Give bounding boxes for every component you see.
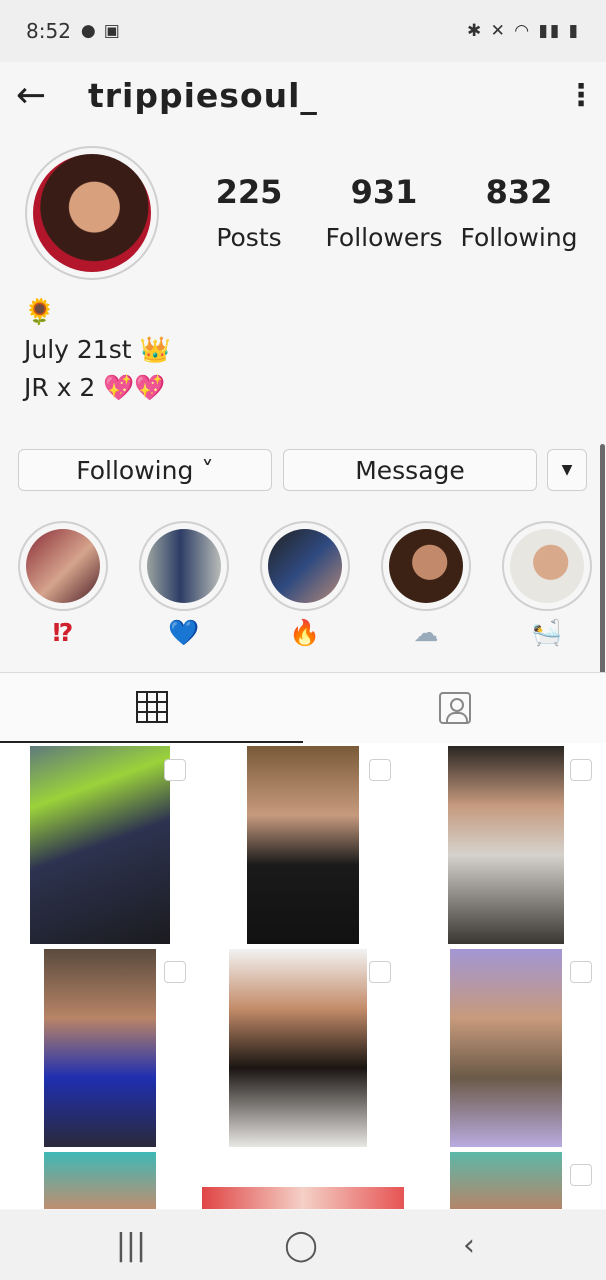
select-checkbox[interactable] bbox=[570, 961, 592, 983]
status-bar: 8:52 ● ▣ ✱ ✕ ◠ ▮▮ ▮ bbox=[0, 0, 606, 62]
photo-thumbnail[interactable] bbox=[247, 746, 359, 944]
posts-label: Posts bbox=[216, 223, 282, 252]
select-checkbox[interactable] bbox=[164, 961, 186, 983]
recent-apps-icon[interactable]: ||| bbox=[91, 1210, 171, 1280]
following-button[interactable]: Following ˅ bbox=[18, 449, 272, 491]
status-icons: ✱ ✕ ◠ ▮▮ ▮ bbox=[466, 21, 580, 41]
posts-count: 225 bbox=[215, 173, 283, 211]
highlight-label: 🛀 bbox=[531, 618, 563, 647]
photo-thumbnail[interactable] bbox=[44, 949, 156, 1147]
back-arrow-icon[interactable]: ← bbox=[16, 74, 46, 118]
following-stat[interactable]: 832 Following bbox=[458, 172, 580, 256]
photo-thumbnail[interactable] bbox=[448, 746, 564, 944]
grid-icon bbox=[135, 691, 168, 723]
scrollbar[interactable] bbox=[600, 444, 605, 686]
bio-line-2: July 21st 👑 bbox=[24, 335, 171, 364]
tab-posts-grid[interactable] bbox=[0, 673, 303, 743]
photo-thumbnail[interactable] bbox=[30, 746, 170, 944]
story-highlight[interactable]: 💙 bbox=[139, 521, 229, 649]
photo-thumbnail[interactable] bbox=[450, 1152, 562, 1209]
photo-thumbnail[interactable] bbox=[44, 1152, 156, 1209]
suggestions-dropdown-button[interactable]: ▼ bbox=[547, 449, 587, 491]
highlight-label: 🔥 bbox=[289, 618, 321, 647]
tab-tagged[interactable] bbox=[303, 673, 606, 743]
avatar-image bbox=[33, 154, 151, 272]
photo-thumbnail[interactable] bbox=[450, 949, 562, 1147]
highlight-label: ☁ bbox=[413, 618, 439, 647]
bio-line-1: 🌻 bbox=[24, 297, 56, 326]
tagged-icon bbox=[438, 692, 471, 724]
system-nav-bar: ||| ◯ ‹ bbox=[0, 1210, 606, 1280]
status-time: 8:52 bbox=[26, 19, 71, 43]
followers-stat[interactable]: 931 Followers bbox=[322, 172, 446, 256]
profile-username: trippiesoul_ bbox=[88, 76, 318, 115]
profile-header: ← trippiesoul_ ⋮ bbox=[0, 62, 606, 136]
profile-tabs bbox=[0, 672, 606, 743]
select-checkbox[interactable] bbox=[570, 1164, 592, 1186]
profile-avatar[interactable] bbox=[25, 146, 159, 280]
select-checkbox[interactable] bbox=[369, 961, 391, 983]
story-highlight[interactable]: ☁ bbox=[381, 521, 471, 649]
music-icon: ● bbox=[80, 21, 96, 41]
image-icon: ▣ bbox=[103, 21, 120, 41]
highlight-label: 💙 bbox=[168, 618, 200, 647]
story-highlight[interactable]: 🔥 bbox=[260, 521, 350, 649]
story-highlight[interactable]: ⁉ bbox=[18, 521, 108, 649]
following-label: Following bbox=[460, 223, 578, 252]
posts-stat[interactable]: 225 Posts bbox=[204, 172, 294, 256]
select-checkbox[interactable] bbox=[164, 759, 186, 781]
followers-count: 931 bbox=[350, 173, 418, 211]
select-checkbox[interactable] bbox=[369, 759, 391, 781]
photo-thumbnail[interactable] bbox=[229, 949, 367, 1147]
select-checkbox[interactable] bbox=[570, 759, 592, 781]
message-button[interactable]: Message bbox=[283, 449, 537, 491]
following-count: 832 bbox=[485, 173, 553, 211]
more-options-icon[interactable]: ⋮ bbox=[566, 78, 596, 114]
photo-thumbnail[interactable] bbox=[202, 1187, 404, 1209]
photo-grid bbox=[0, 743, 606, 1209]
back-nav-icon[interactable]: ‹ bbox=[429, 1210, 509, 1280]
profile-bio: 🌻 July 21st 👑 JR x 2 💖💖 bbox=[24, 293, 171, 407]
home-icon[interactable]: ◯ bbox=[261, 1210, 341, 1280]
followers-label: Followers bbox=[325, 223, 443, 252]
bio-line-3: JR x 2 💖💖 bbox=[24, 373, 166, 402]
story-highlight[interactable]: 🛀 bbox=[502, 521, 592, 649]
highlight-label: ⁉ bbox=[52, 618, 74, 647]
